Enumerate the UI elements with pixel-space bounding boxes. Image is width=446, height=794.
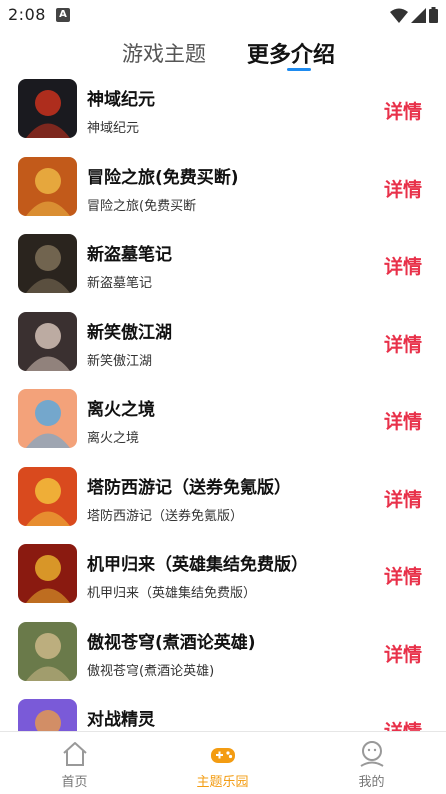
status-time: 2:08 <box>8 5 46 24</box>
home-icon <box>62 742 87 766</box>
game-icon[interactable] <box>18 699 77 731</box>
detail-button[interactable]: 详情 <box>384 407 422 434</box>
game-list-item[interactable]: 塔防西游记（送券免氪版） 塔防西游记（送券免氪版） 详情 <box>0 462 446 540</box>
detail-button[interactable]: 详情 <box>384 252 422 279</box>
detail-button[interactable]: 详情 <box>384 97 422 124</box>
game-description: 新盗墓笔记 <box>87 276 153 291</box>
detail-button[interactable]: 详情 <box>384 485 422 512</box>
game-list-item[interactable]: 冒险之旅(免费买断) 冒险之旅(免费买断 详情 <box>0 152 446 230</box>
nav-mine-label: 我的 <box>358 775 385 790</box>
game-list-item[interactable]: 新笑傲江湖 新笑傲江湖 详情 <box>0 307 446 385</box>
detail-button[interactable]: 详情 <box>384 562 422 589</box>
nav-theme-park[interactable]: 主题乐园 <box>148 732 297 794</box>
game-description: 神域纪元 <box>87 121 140 136</box>
game-description: 冒险之旅(免费买断 <box>87 198 197 214</box>
nav-mine[interactable]: 我的 <box>297 732 446 794</box>
game-list-item[interactable]: 新盗墓笔记 新盗墓笔记 详情 <box>0 229 446 307</box>
game-title: 傲视苍穹(煮酒论英雄) <box>87 632 256 653</box>
game-list[interactable]: 神域纪元 神域纪元 详情 冒险之旅(免费买断) 冒险之旅(免费买断 详情 新盗墓笔记 新盗墓笔… <box>0 74 446 731</box>
user-icon <box>359 741 384 767</box>
nav-home-label: 首页 <box>61 775 88 790</box>
game-icon[interactable] <box>18 234 77 293</box>
game-title: 新盗墓笔记 <box>87 245 172 265</box>
status-bar: 2:08 A <box>0 0 446 30</box>
game-icon[interactable] <box>18 544 77 603</box>
status-icons <box>390 7 438 23</box>
game-list-item[interactable]: 傲视苍穹(煮酒论英雄) 傲视苍穹(煮酒论英雄) 详情 <box>0 617 446 695</box>
active-tab-indicator <box>287 68 311 71</box>
game-list-item[interactable]: 对战精灵 详情 <box>0 694 446 731</box>
nav-home[interactable]: 首页 <box>0 732 149 794</box>
game-title: 冒险之旅(免费买断) <box>87 167 239 188</box>
game-list-item[interactable]: 离火之境 离火之境 详情 <box>0 384 446 462</box>
tab-more-intro[interactable]: 更多介绍 <box>247 37 335 69</box>
game-icon[interactable] <box>18 621 77 681</box>
notification-icon: A <box>56 8 70 22</box>
game-icon[interactable] <box>18 156 77 216</box>
gamepad-icon <box>210 748 235 763</box>
tab-game-themes[interactable]: 游戏主题 <box>122 38 206 68</box>
detail-button[interactable]: 详情 <box>384 175 422 202</box>
game-title: 新笑傲江湖 <box>87 322 172 343</box>
game-title: 对战精灵 <box>87 710 155 730</box>
nav-theme-park-label: 主题乐园 <box>196 775 249 790</box>
game-icon[interactable] <box>18 79 77 138</box>
signal-icon <box>411 7 426 23</box>
game-description: 机甲归来（英雄集结免费版） <box>87 586 257 601</box>
game-title: 离火之境 <box>87 400 155 420</box>
bottom-nav: 首页 主题乐园 我的 <box>0 731 446 794</box>
detail-button[interactable]: 详情 <box>384 717 422 731</box>
game-title: 机甲归来（英雄集结免费版） <box>87 555 308 575</box>
top-tabs: 游戏主题 更多介绍 <box>0 30 446 74</box>
game-title: 神域纪元 <box>87 90 155 110</box>
game-description: 塔防西游记（送券免氪版） <box>87 508 244 524</box>
game-title: 塔防西游记（送券免氪版） <box>87 477 291 498</box>
detail-button[interactable]: 详情 <box>384 330 422 357</box>
app-screen: 2:08 A 游戏主题 更多介绍 神域纪元 神域纪元 详情 冒险之旅(免费买断) 冒险之… <box>0 0 446 794</box>
game-icon[interactable] <box>18 389 77 448</box>
game-list-item[interactable]: 机甲归来（英雄集结免费版） 机甲归来（英雄集结免费版） 详情 <box>0 539 446 617</box>
game-icon[interactable] <box>18 311 77 371</box>
game-description: 离火之境 <box>87 431 140 446</box>
detail-button[interactable]: 详情 <box>384 640 422 667</box>
game-description: 傲视苍穹(煮酒论英雄) <box>87 663 215 679</box>
game-list-item[interactable]: 神域纪元 神域纪元 详情 <box>0 74 446 152</box>
wifi-icon <box>390 8 408 23</box>
battery-icon <box>429 7 438 23</box>
game-icon[interactable] <box>18 466 77 526</box>
game-description: 新笑傲江湖 <box>87 353 153 369</box>
